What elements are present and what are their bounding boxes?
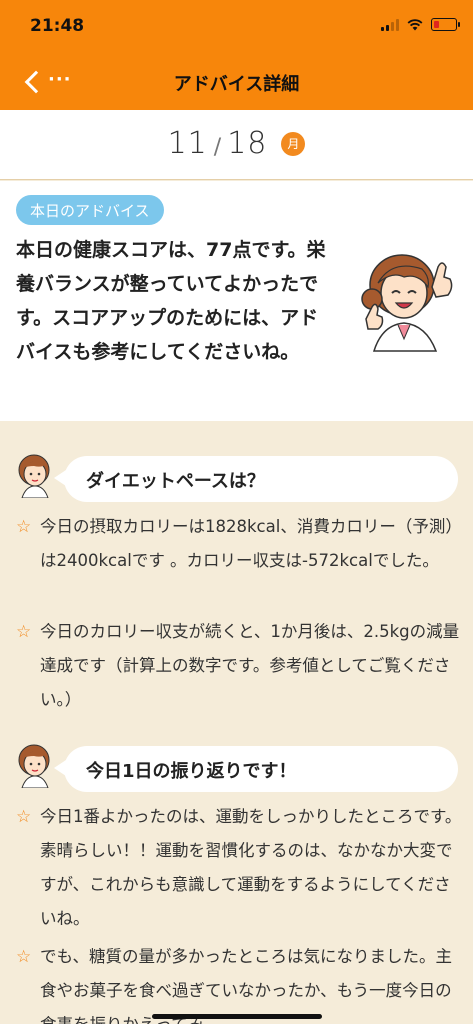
list-item: ☆ でも、糖質の量が多かったところは気になりました。主食やお菓子を食べ過ぎていな…: [16, 940, 462, 1024]
section-title: 今日1日の振り返りです！: [86, 761, 297, 782]
list-item-text: でも、糖質の量が多かったところは気になりました。主食やお菓子を食べ過ぎていなかっ…: [40, 947, 453, 1024]
list-item-text: 今日のカロリー収支が続くと、1か月後は、2.5kgの減量達成です（計算上の数字で…: [40, 622, 460, 709]
star-outline-icon: ☆: [16, 622, 32, 642]
advice-badge: 本日のアドバイス: [16, 195, 164, 225]
advisor-thumbs-up-illustration: [361, 254, 453, 352]
list-item-text: 今日の摂取カロリーは1828kcal、消費カロリー（予測）は2400kcalです…: [40, 517, 462, 570]
section-title: ダイエットペースは？: [86, 471, 265, 492]
page-title: アドバイス詳細: [173, 74, 300, 95]
status-icons: [381, 18, 460, 31]
section-title-bubble: ダイエットペースは？: [54, 456, 458, 502]
advice-card: 本日のアドバイス 本日の健康スコアは、77点です。栄養バランスが整っていてよかっ…: [0, 181, 473, 421]
date-day: 18: [227, 126, 268, 161]
date-month: 11: [167, 126, 208, 161]
advisor-avatar: [18, 454, 50, 498]
section-daily-review: 今日1日の振り返りです！: [0, 742, 473, 798]
battery-icon: [431, 18, 460, 31]
home-indicator[interactable]: [152, 1014, 322, 1019]
date-header: 11 / 18 月: [0, 110, 473, 180]
advice-text: 本日の健康スコアは、77点です。栄養バランスが整っていてよかったです。スコアアッ…: [16, 239, 326, 363]
status-time: 21:48: [30, 16, 85, 36]
star-outline-icon: ☆: [16, 517, 32, 537]
list-item: ☆ 今日1番よかったのは、運動をしっかりしたところです。素晴らしい！！運動を習慣…: [16, 800, 462, 936]
app-header: 21:48 ··· アドバイス詳細: [0, 0, 473, 110]
section-diet-pace: ダイエットペースは？: [0, 452, 473, 508]
list-item-text: 今日1番よかったのは、運動をしっかりしたところです。素晴らしい！！運動を習慣化す…: [40, 807, 462, 928]
star-outline-icon: ☆: [16, 807, 32, 827]
weekday-badge: 月: [281, 131, 306, 156]
list-item: ☆ 今日のカロリー収支が続くと、1か月後は、2.5kgの減量達成です（計算上の数…: [16, 615, 462, 717]
star-outline-icon: ☆: [16, 947, 32, 967]
cellular-signal-icon: [381, 18, 399, 31]
advisor-avatar: [18, 744, 50, 788]
date-slash: /: [213, 135, 222, 160]
wifi-icon: [407, 18, 423, 30]
list-item: ☆ 今日の摂取カロリーは1828kcal、消費カロリー（予測）は2400kcal…: [16, 510, 462, 578]
section-title-bubble: 今日1日の振り返りです！: [54, 746, 458, 792]
